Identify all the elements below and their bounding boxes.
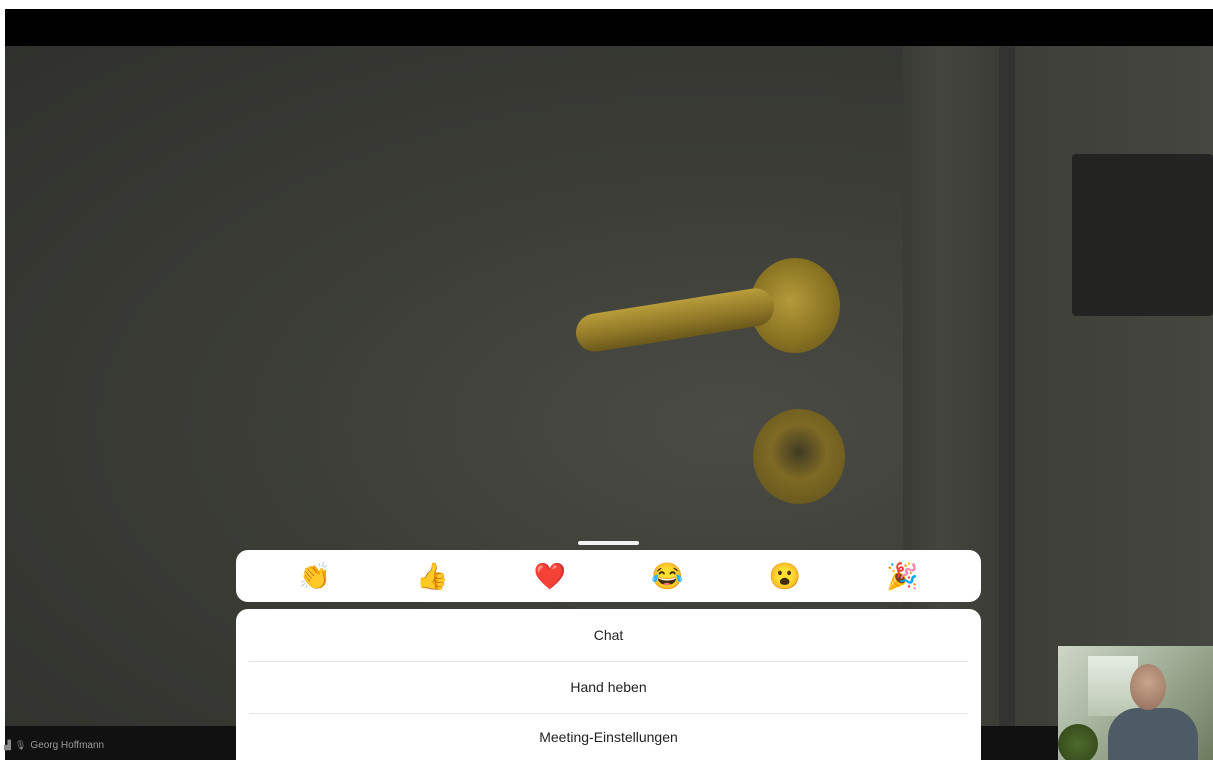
self-view-video[interactable]	[1058, 646, 1213, 760]
meeting-screen: ▟ 🎙 Georg Hoffmann 👏 👍 ❤️ 😂 😮 🎉 Chat Han…	[0, 0, 1213, 760]
clapping-hands-emoji[interactable]: 👏	[285, 554, 345, 598]
background-plant	[1058, 724, 1098, 760]
party-popper-emoji[interactable]: 🎉	[872, 554, 932, 598]
red-heart-emoji[interactable]: ❤️	[520, 554, 580, 598]
tears-of-joy-emoji[interactable]: 😂	[637, 554, 697, 598]
participant-name: Georg Hoffmann	[30, 740, 105, 751]
meeting-settings-menu-item[interactable]: Meeting-Einstellungen	[236, 713, 981, 760]
door-keyhole	[753, 409, 845, 504]
signal-bars-icon: ▟	[4, 740, 11, 750]
door-frame-gap	[999, 46, 1015, 736]
raise-hand-menu-item[interactable]: Hand heben	[236, 661, 981, 713]
more-options-sheet: Chat Hand heben Meeting-Einstellungen	[236, 609, 981, 760]
astonished-face-emoji[interactable]: 😮	[755, 554, 815, 598]
door-handle-lever	[573, 285, 777, 355]
sheet-drag-handle[interactable]	[578, 541, 639, 545]
reactions-bar: 👏 👍 ❤️ 😂 😮 🎉	[236, 550, 981, 602]
wall-surface	[1015, 46, 1213, 736]
thumbs-up-emoji[interactable]: 👍	[402, 554, 462, 598]
person-head	[1130, 664, 1166, 710]
microphone-muted-icon: 🎙	[14, 740, 27, 750]
top-bar	[5, 9, 1213, 46]
chat-menu-item[interactable]: Chat	[236, 609, 981, 661]
participant-name-tag: ▟ 🎙 Georg Hoffmann	[4, 740, 104, 751]
wall-plate	[1072, 154, 1213, 316]
person-body	[1108, 708, 1198, 760]
